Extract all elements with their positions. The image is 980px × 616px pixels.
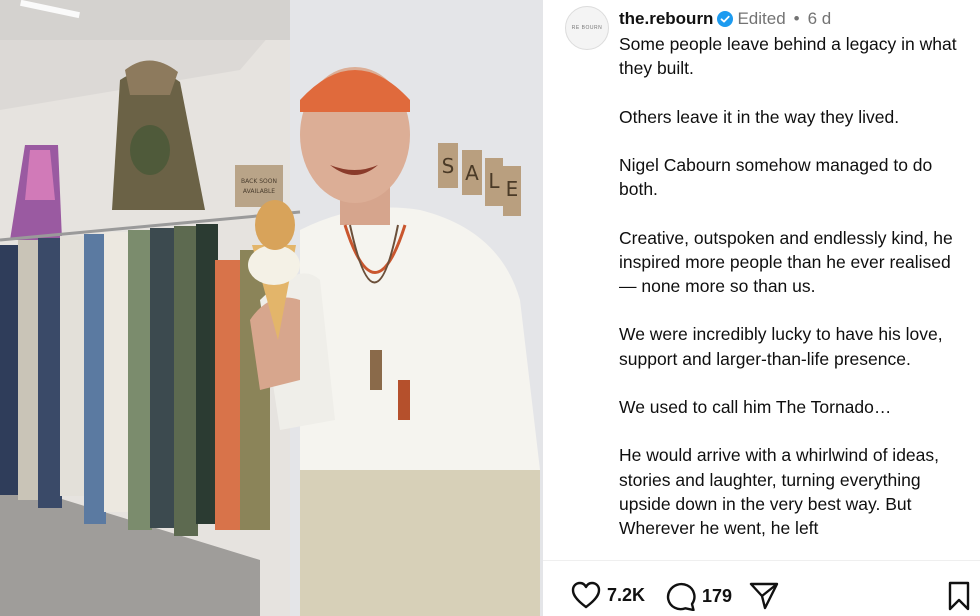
- post-actions-bar: 7.2K 179: [543, 560, 980, 616]
- edited-label: Edited: [737, 9, 786, 28]
- photo-illustration: BACK SOON AVAILABLE S A L E: [0, 0, 543, 616]
- share-button[interactable]: [742, 581, 780, 611]
- caption-paragraph: Others leave it in the way they lived.: [619, 106, 900, 127]
- comment-button[interactable]: 179: [660, 581, 732, 611]
- save-button[interactable]: [941, 581, 971, 611]
- sale-letter-s: S: [442, 154, 455, 178]
- sale-letter-e: E: [506, 177, 519, 201]
- post-meta-line: the.rebourn Edited • 6 d: [619, 6, 979, 32]
- like-button[interactable]: 7.2K: [565, 581, 645, 609]
- post-photo[interactable]: BACK SOON AVAILABLE S A L E: [0, 0, 543, 616]
- like-count: 7.2K: [607, 584, 646, 605]
- sale-letter-l: L: [488, 169, 500, 193]
- comment-count: 179: [702, 585, 733, 606]
- heart-icon: [571, 581, 601, 609]
- avatar-text: RE BOURN: [571, 25, 603, 31]
- caption-paragraph: We used to call him The Tornado…: [619, 396, 892, 417]
- verified-badge-icon: [717, 11, 734, 27]
- caption-paragraph: He would arrive with a whirlwind of idea…: [619, 445, 939, 538]
- post-meta: the.rebourn Edited • 6 d: [619, 6, 979, 32]
- comment-icon: [666, 581, 696, 611]
- caption-paragraph: Some people leave behind a legacy in wha…: [619, 34, 957, 79]
- bookmark-icon: [947, 581, 971, 611]
- sale-letter-a: A: [465, 161, 479, 185]
- post-viewer: BACK SOON AVAILABLE S A L E RE BOURN the…: [0, 0, 980, 616]
- caption-paragraph: Creative, outspoken and endlessly kind, …: [619, 227, 953, 296]
- svg-text:AVAILABLE: AVAILABLE: [243, 188, 275, 195]
- caption-paragraph: Nigel Cabourn somehow managed to do both…: [619, 154, 933, 200]
- post-caption: Some people leave behind a legacy in wha…: [619, 32, 969, 540]
- avatar[interactable]: RE BOURN: [565, 6, 609, 50]
- username-link[interactable]: the.rebourn: [619, 9, 713, 29]
- caption-paragraph: We were incredibly lucky to have his lov…: [619, 324, 943, 369]
- shop-small-sign: BACK SOON: [241, 178, 277, 185]
- post-age[interactable]: 6 d: [808, 9, 832, 29]
- send-icon: [748, 581, 780, 611]
- meta-separator: •: [793, 9, 800, 28]
